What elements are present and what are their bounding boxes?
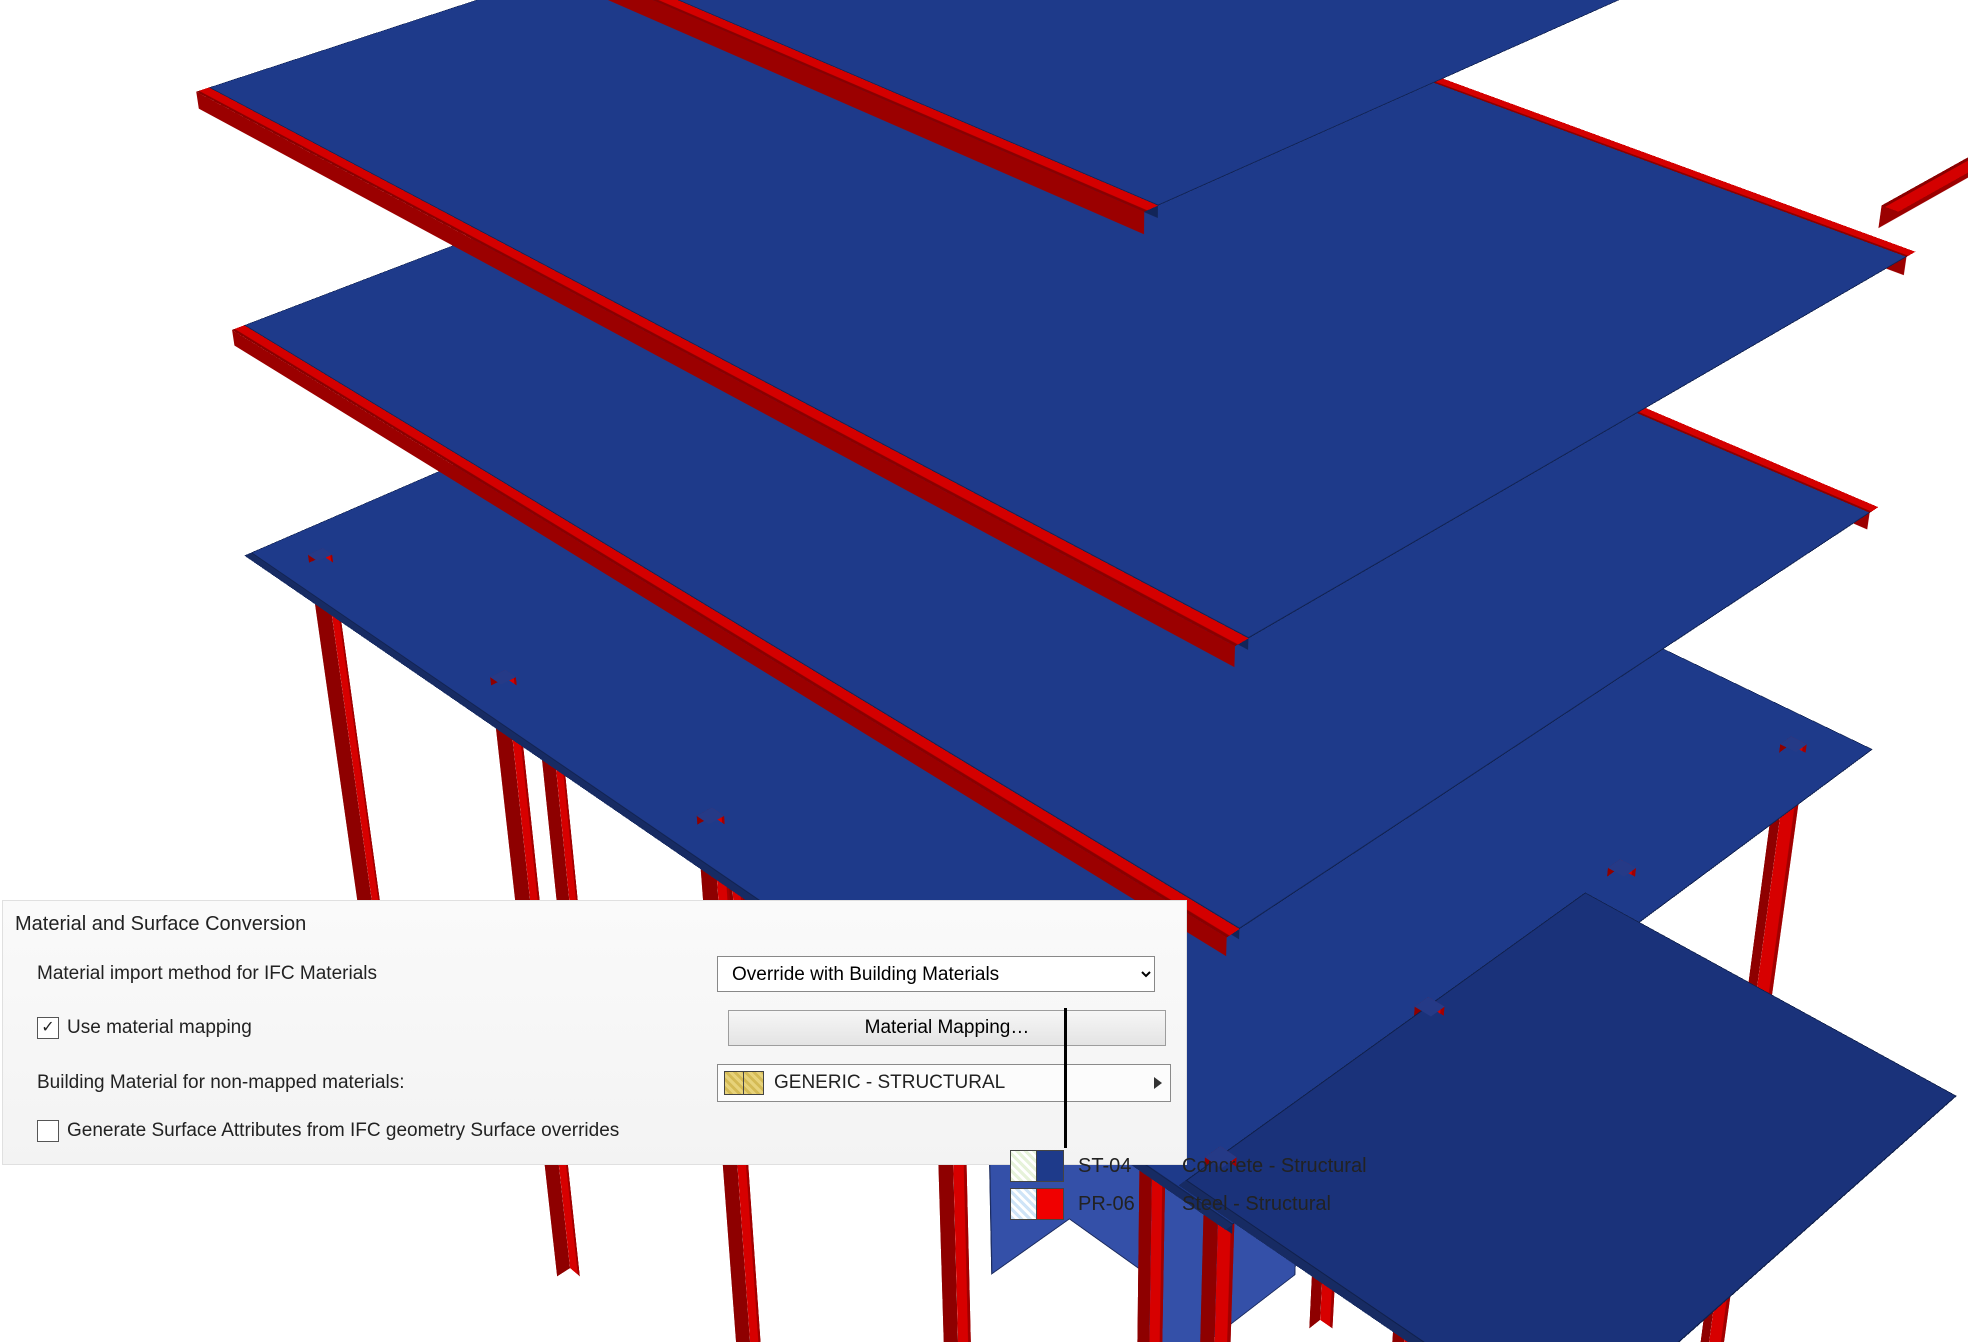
legend-name: Concrete - Structural bbox=[1182, 1155, 1367, 1178]
generate-surface-label: Generate Surface Attributes from IFC geo… bbox=[67, 1120, 619, 1142]
import-method-label: Material import method for IFC Materials bbox=[37, 963, 717, 985]
legend-code: PR-06 bbox=[1078, 1193, 1168, 1216]
legend-code: ST-04 bbox=[1078, 1155, 1168, 1178]
use-mapping-label: Use material mapping bbox=[67, 1017, 252, 1039]
legend-swatch-icon bbox=[1010, 1188, 1064, 1220]
material-mapping-button[interactable]: Material Mapping… bbox=[728, 1010, 1166, 1046]
checkbox-icon bbox=[37, 1120, 59, 1142]
non-mapped-label: Building Material for non-mapped materia… bbox=[37, 1072, 717, 1094]
import-method-select[interactable]: Override with Building Materials bbox=[717, 956, 1155, 992]
checkbox-icon: ✓ bbox=[37, 1017, 59, 1039]
non-mapped-material-value: GENERIC - STRUCTURAL bbox=[774, 1072, 1005, 1094]
legend-row-steel: PR-06 Steel - Structural bbox=[1010, 1188, 1367, 1220]
callout-line bbox=[1064, 1008, 1067, 1148]
generate-surface-checkbox[interactable]: Generate Surface Attributes from IFC geo… bbox=[37, 1120, 1166, 1142]
panel-title: Material and Surface Conversion bbox=[15, 913, 1166, 936]
material-conversion-panel: Material and Surface Conversion Material… bbox=[2, 900, 1187, 1165]
chevron-right-icon bbox=[1154, 1077, 1162, 1089]
non-mapped-material-picker[interactable]: GENERIC - STRUCTURAL bbox=[717, 1064, 1171, 1102]
legend-name: Steel - Structural bbox=[1182, 1193, 1331, 1216]
use-mapping-checkbox[interactable]: ✓ Use material mapping Material Mapping… bbox=[37, 1010, 1166, 1046]
legend-swatch-icon bbox=[1010, 1150, 1064, 1182]
material-swatch-icon bbox=[724, 1071, 764, 1095]
material-mapping-legend: ST-04 Concrete - Structural PR-06 Steel … bbox=[1010, 1150, 1367, 1226]
legend-row-concrete: ST-04 Concrete - Structural bbox=[1010, 1150, 1367, 1182]
